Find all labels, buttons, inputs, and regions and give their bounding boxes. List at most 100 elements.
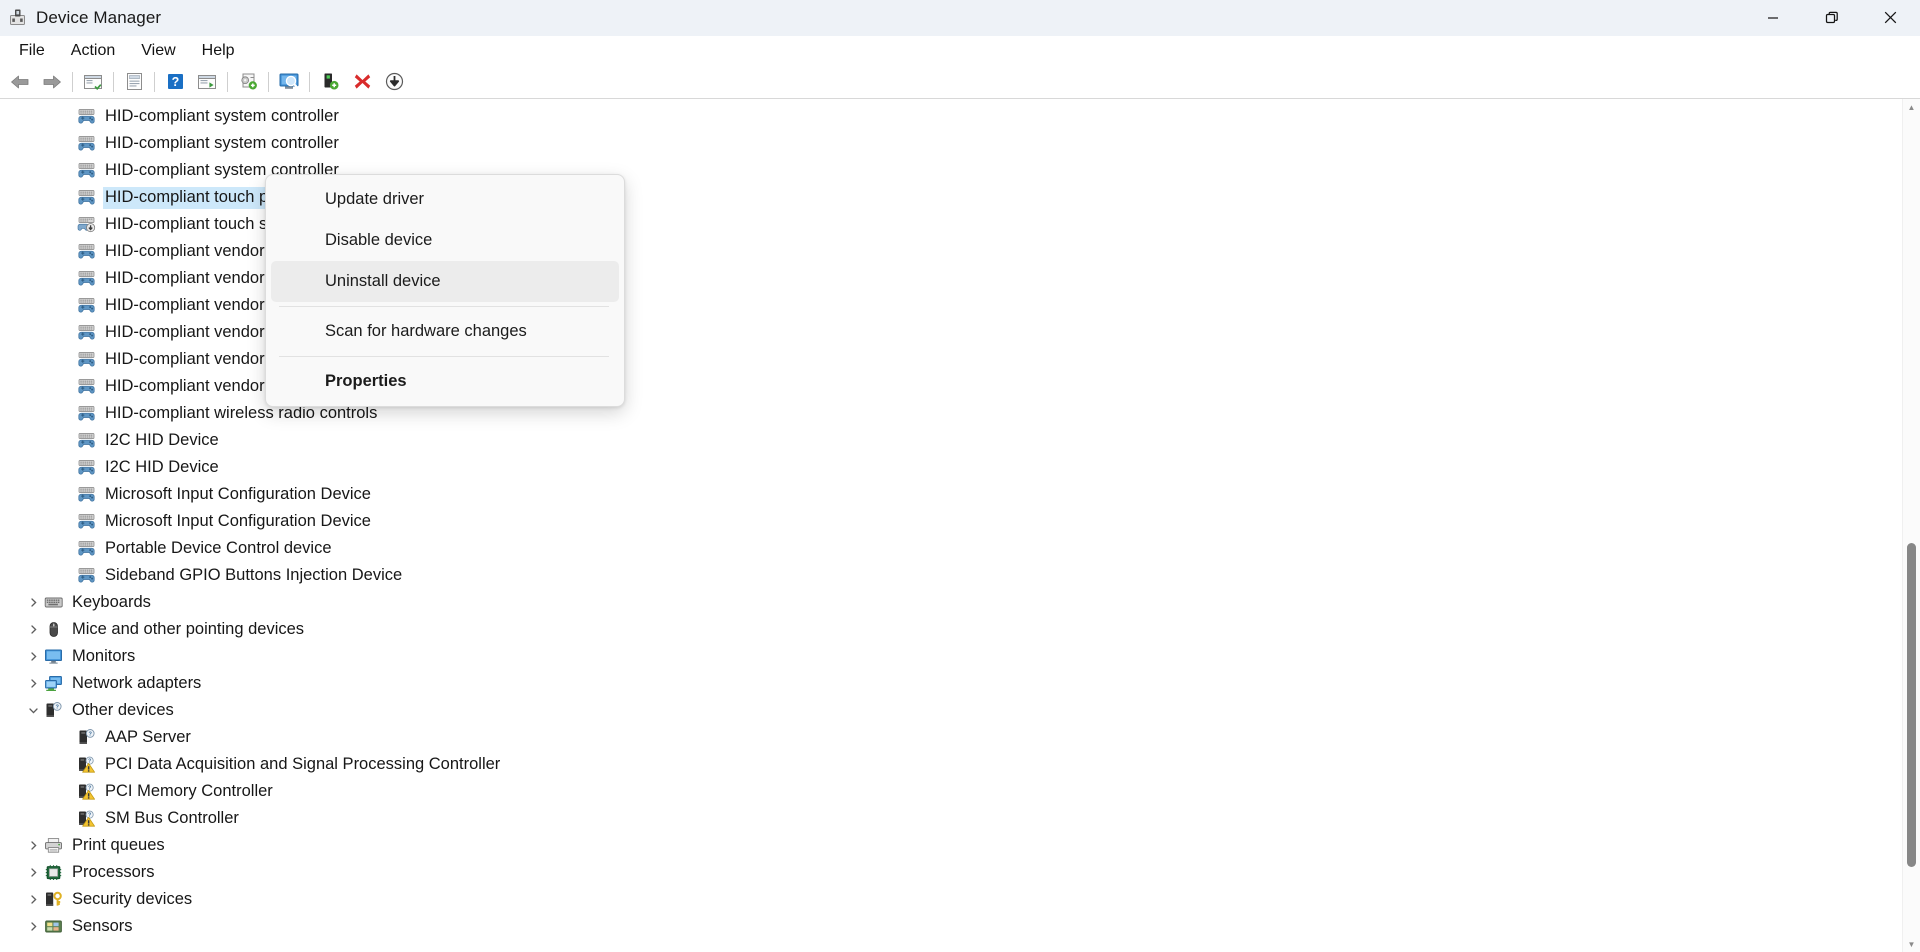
warning-device-icon: ? [77,755,99,774]
tree-row[interactable]: Microsoft Input Configuration Device [0,481,1903,508]
printer-icon [44,836,66,855]
tree-row[interactable]: Sideband GPIO Buttons Injection Device [0,562,1903,589]
tree-row[interactable]: ? SM Bus Controller [0,805,1903,832]
monitor-icon [45,649,62,664]
context-menu-item[interactable]: Scan for hardware changes [271,311,619,352]
hid-device-icon [77,404,99,423]
tree-row[interactable]: Microsoft Input Configuration Device [0,508,1903,535]
hid-device-icon [77,134,99,153]
tree-row-label: I2C HID Device [105,430,219,449]
hid-device-icon [78,298,95,313]
tree-row-label: Microsoft Input Configuration Device [105,511,371,530]
restore-button[interactable] [1802,0,1861,35]
forward-button[interactable] [36,68,68,96]
tree-row[interactable]: Monitors [0,643,1903,670]
tree-row-label: Microsoft Input Configuration Device [105,484,371,503]
touch-screen-icon [77,217,96,233]
show-hide-action-pane-button[interactable] [191,68,223,96]
tree-row[interactable]: Network adapters [0,670,1903,697]
close-button[interactable] [1861,0,1920,35]
chevron-right-icon[interactable] [22,651,44,662]
scroll-up-arrow[interactable]: ▲ [1903,99,1920,115]
context-menu-separator [279,356,609,357]
show-hide-console-tree-button[interactable] [77,68,109,96]
keyboard-icon [44,597,63,608]
tree-row-label: PCI Memory Controller [105,781,273,800]
console-tree-icon [84,74,102,90]
toolbar-separator [154,71,155,92]
toolbar-separator [227,71,228,92]
context-menu[interactable]: Update driver Disable device Uninstall dev… [265,174,625,407]
hid-device-icon [78,433,95,448]
chevron-down-icon[interactable] [22,705,44,716]
hid-device-icon [78,325,95,340]
chevron-right-icon[interactable] [22,867,44,878]
tree-row[interactable]: Sensors [0,913,1903,940]
tree-row-label: Monitors [72,646,136,665]
tree-row[interactable]: Portable Device Control device [0,535,1903,562]
hid-device-icon [78,109,95,124]
menu-file[interactable]: File [6,38,58,64]
tree-row[interactable]: ? Other devices [0,697,1903,724]
tree-row-label: HID-compliant system controller [105,133,339,152]
back-button[interactable] [4,68,36,96]
tree-row[interactable]: ? AAP Server [0,724,1903,751]
menu-view[interactable]: View [128,38,188,64]
scroll-down-arrow[interactable]: ▼ [1903,936,1920,952]
context-menu-item[interactable]: Disable device [271,220,619,261]
tree-row[interactable]: Processors [0,859,1903,886]
tree-row[interactable]: I2C HID Device [0,427,1903,454]
tree-row-label: HID-compliant system controller [105,106,339,125]
tree-row-label: Sideband GPIO Buttons Injection Device [105,565,403,584]
tree-row[interactable]: Mice and other pointing devices [0,616,1903,643]
context-menu-item[interactable]: Properties [271,361,619,402]
tree-row[interactable]: I2C HID Device [0,454,1903,481]
context-menu-item[interactable]: Uninstall device [271,261,619,302]
tree-row[interactable]: HID-compliant system controller [0,103,1903,130]
warning-device-icon: ? [79,756,95,773]
tree-row[interactable]: Keyboards [0,589,1903,616]
hid-device-icon [77,188,99,207]
hid-device-icon [77,323,99,342]
hid-device-icon [78,352,95,367]
vertical-scrollbar[interactable]: ▲ ▼ [1902,99,1920,952]
scrollbar-thumb[interactable] [1907,542,1916,867]
properties-button[interactable] [118,68,150,96]
red-x-icon [354,74,370,89]
tree-row[interactable]: ? PCI Data Acquisition and Signal Process… [0,751,1903,778]
download-driver-button[interactable] [378,68,410,96]
tree-row[interactable]: HID-compliant system controller [0,130,1903,157]
svg-text:?: ? [171,75,179,89]
menu-help[interactable]: Help [189,38,248,64]
toolbar-separator [309,71,310,92]
chevron-right-icon[interactable] [22,894,44,905]
uninstall-device-button[interactable] [346,68,378,96]
hid-device-icon [78,271,95,286]
circle-down-arrow-icon [385,72,403,91]
chevron-right-icon[interactable] [22,921,44,932]
chevron-right-icon[interactable] [22,624,44,635]
security-key-icon [46,891,62,906]
chevron-right-icon[interactable] [22,678,44,689]
context-menu-item[interactable]: Update driver [271,179,619,220]
hid-device-icon [77,458,99,477]
hid-device-icon [77,269,99,288]
chevron-right-icon[interactable] [22,840,44,851]
unknown-device-icon: ? [46,702,62,717]
tree-row-label: Portable Device Control device [105,538,332,557]
hid-device-icon [78,136,95,151]
tree-row[interactable]: Print queues [0,832,1903,859]
hid-device-icon [77,485,99,504]
minimize-button[interactable] [1743,0,1802,35]
chevron-right-icon[interactable] [22,597,44,608]
warning-device-icon: ? [79,783,95,800]
tree-row[interactable]: ? PCI Memory Controller [0,778,1903,805]
enable-device-button[interactable] [314,68,346,96]
menu-action[interactable]: Action [58,38,128,64]
mouse-icon [44,620,66,639]
help-button[interactable]: ? [159,68,191,96]
scan-for-hardware-changes-button[interactable] [273,68,305,96]
tree-row[interactable]: Security devices [0,886,1903,913]
processor-icon [44,863,66,882]
update-driver-software-button[interactable] [232,68,264,96]
